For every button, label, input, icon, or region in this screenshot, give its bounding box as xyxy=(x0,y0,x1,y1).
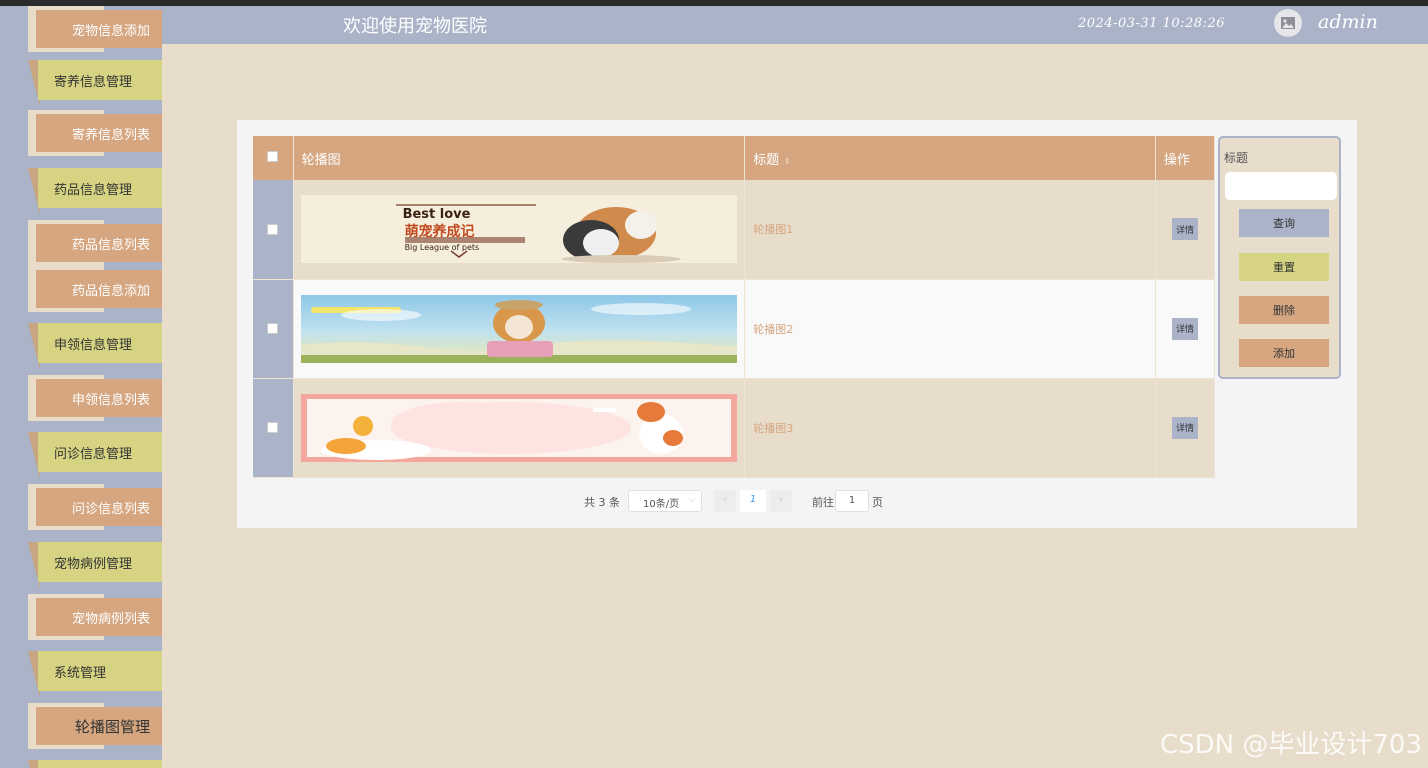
sidebar-item-label: 申领信息列表 xyxy=(71,392,150,408)
sidebar-item-medicine-manage[interactable]: 药品信息管理 xyxy=(28,168,162,214)
row-title: 轮播图2 xyxy=(744,279,1156,379)
sidebar-item-consult-manage[interactable]: 问诊信息管理 xyxy=(28,432,162,478)
column-header-image: 轮播图 xyxy=(293,136,746,180)
row-checkbox[interactable] xyxy=(267,223,279,235)
content-panel: 轮播图 标题 ⬍ 操作 Best love 萌宠养成记 Big League o… xyxy=(237,120,1357,528)
banner-text-title: 萌宠养成记 xyxy=(404,224,475,241)
sidebar-item-label: 寄养信息管理 xyxy=(54,74,133,90)
page-number-current[interactable]: 1 xyxy=(740,490,766,512)
sidebar-item-boarding-manage[interactable]: 寄养信息管理 xyxy=(28,60,162,106)
sidebar-rail xyxy=(0,6,28,768)
detail-button[interactable]: 详情 xyxy=(1171,218,1198,241)
goto-label: 前往 xyxy=(812,496,834,509)
table-header-row: 轮播图 标题 ⬍ 操作 xyxy=(253,136,1216,180)
sidebar-item-label: 药品信息列表 xyxy=(71,237,150,253)
delete-button[interactable]: 删除 xyxy=(1239,296,1329,324)
banner-text-subtitle: Big League of pets xyxy=(404,243,480,253)
table-row: 轮播图2 详情 xyxy=(253,279,1216,379)
sidebar-item-medicine-add[interactable]: 药品信息添加 xyxy=(28,266,162,312)
page-title: 欢迎使用宠物医院 xyxy=(343,16,487,37)
carousel-table: 轮播图 标题 ⬍ 操作 Best love 萌宠养成记 Big League o… xyxy=(253,136,1216,478)
sidebar-item-medicine-list[interactable]: 药品信息列表 xyxy=(28,220,162,266)
search-title-label: 标题 xyxy=(1224,151,1249,165)
column-header-action: 操作 xyxy=(1155,136,1216,180)
chevron-left-icon: ‹ xyxy=(723,494,727,505)
sidebar-item-case-manage[interactable]: 宠物病例管理 xyxy=(28,542,162,588)
next-page-button[interactable]: › xyxy=(770,490,792,512)
sidebar-item-label: 宠物病例列表 xyxy=(71,611,150,627)
sidebar-item-label: 申领信息管理 xyxy=(54,337,133,353)
current-datetime: 2024-03-31 10:28:26 xyxy=(1078,16,1225,31)
chevron-down-icon: ⌵ xyxy=(688,495,695,505)
column-header-title[interactable]: 标题 ⬍ xyxy=(744,136,1156,180)
carousel-image-1: Best love 萌宠养成记 Big League of pets xyxy=(300,195,737,264)
goto-page-input[interactable]: 1 xyxy=(835,490,869,512)
sidebar-item-label: 寄养信息列表 xyxy=(71,127,150,143)
chevron-right-icon: › xyxy=(779,494,783,505)
add-button[interactable]: 添加 xyxy=(1239,339,1329,367)
search-title-input[interactable] xyxy=(1225,172,1337,200)
sidebar-item-boarding-list[interactable]: 寄养信息列表 xyxy=(28,110,162,156)
query-button[interactable]: 查询 xyxy=(1239,209,1329,237)
top-header: 欢迎使用宠物医院 2024-03-31 10:28:26 admin xyxy=(162,6,1428,44)
row-title: 轮播图3 xyxy=(744,378,1156,478)
username[interactable]: admin xyxy=(1318,11,1378,33)
row-checkbox[interactable] xyxy=(267,323,279,334)
sidebar-item-pet-add[interactable]: 宠物信息添加 xyxy=(28,6,162,52)
page-unit-label: 页 xyxy=(872,496,883,509)
sidebar-item-more[interactable] xyxy=(28,760,162,768)
avatar[interactable] xyxy=(1274,9,1302,37)
carousel-image-1-art xyxy=(300,195,737,264)
sidebar-item-case-list[interactable]: 宠物病例列表 xyxy=(28,594,162,640)
sidebar-item-consult-list[interactable]: 问诊信息列表 xyxy=(28,484,162,530)
sidebar-item-label: 药品信息添加 xyxy=(71,283,150,299)
carousel-image-3-art xyxy=(306,398,731,460)
page-size-select[interactable]: 10条/页 ⌵ xyxy=(628,490,702,512)
detail-button[interactable]: 详情 xyxy=(1171,317,1198,340)
carousel-image-3 xyxy=(300,393,737,462)
sidebar-item-system-manage[interactable]: 系统管理 xyxy=(28,651,162,697)
carousel-image-2 xyxy=(300,294,737,363)
image-icon xyxy=(1281,17,1295,29)
detail-button[interactable]: 详情 xyxy=(1171,416,1198,439)
sidebar-item-label: 问诊信息列表 xyxy=(71,501,150,517)
row-checkbox[interactable] xyxy=(267,422,279,433)
select-all-checkbox[interactable] xyxy=(267,150,279,162)
sidebar-item-label: 宠物信息添加 xyxy=(71,23,150,39)
sidebar-item-label: 问诊信息管理 xyxy=(54,446,133,462)
sidebar-item-claim-manage[interactable]: 申领信息管理 xyxy=(28,323,162,369)
table-row: Best love 萌宠养成记 Big League of pets 轮播图1 … xyxy=(253,180,1216,280)
sidebar-item-label: 轮播图管理 xyxy=(74,717,150,736)
search-form: 标题 查询 重置 删除 添加 xyxy=(1218,136,1341,379)
sidebar-item-claim-list[interactable]: 申领信息列表 xyxy=(28,375,162,421)
reset-button[interactable]: 重置 xyxy=(1239,253,1329,281)
banner-text-best-love: Best love xyxy=(402,207,471,223)
sidebar-item-label: 宠物病例管理 xyxy=(54,556,133,572)
row-title: 轮播图1 xyxy=(744,180,1156,280)
pagination-total: 共 3 条 xyxy=(584,496,620,509)
prev-page-button[interactable]: ‹ xyxy=(714,490,736,512)
sidebar-item-carousel-manage[interactable]: 轮播图管理 xyxy=(28,703,162,749)
watermark: CSDN @毕业设计703 xyxy=(1160,730,1423,760)
sort-icon[interactable]: ⬍ xyxy=(783,157,791,167)
carousel-image-2-art xyxy=(300,299,737,363)
select-all-cell xyxy=(253,136,294,180)
sidebar: 宠物信息添加 寄养信息管理 寄养信息列表 药品信息管理 药品信息列表 药品信息添… xyxy=(0,6,162,768)
sidebar-item-label: 系统管理 xyxy=(54,665,107,681)
table-row: 轮播图3 详情 xyxy=(253,378,1216,478)
sidebar-item-label: 药品信息管理 xyxy=(54,182,133,198)
